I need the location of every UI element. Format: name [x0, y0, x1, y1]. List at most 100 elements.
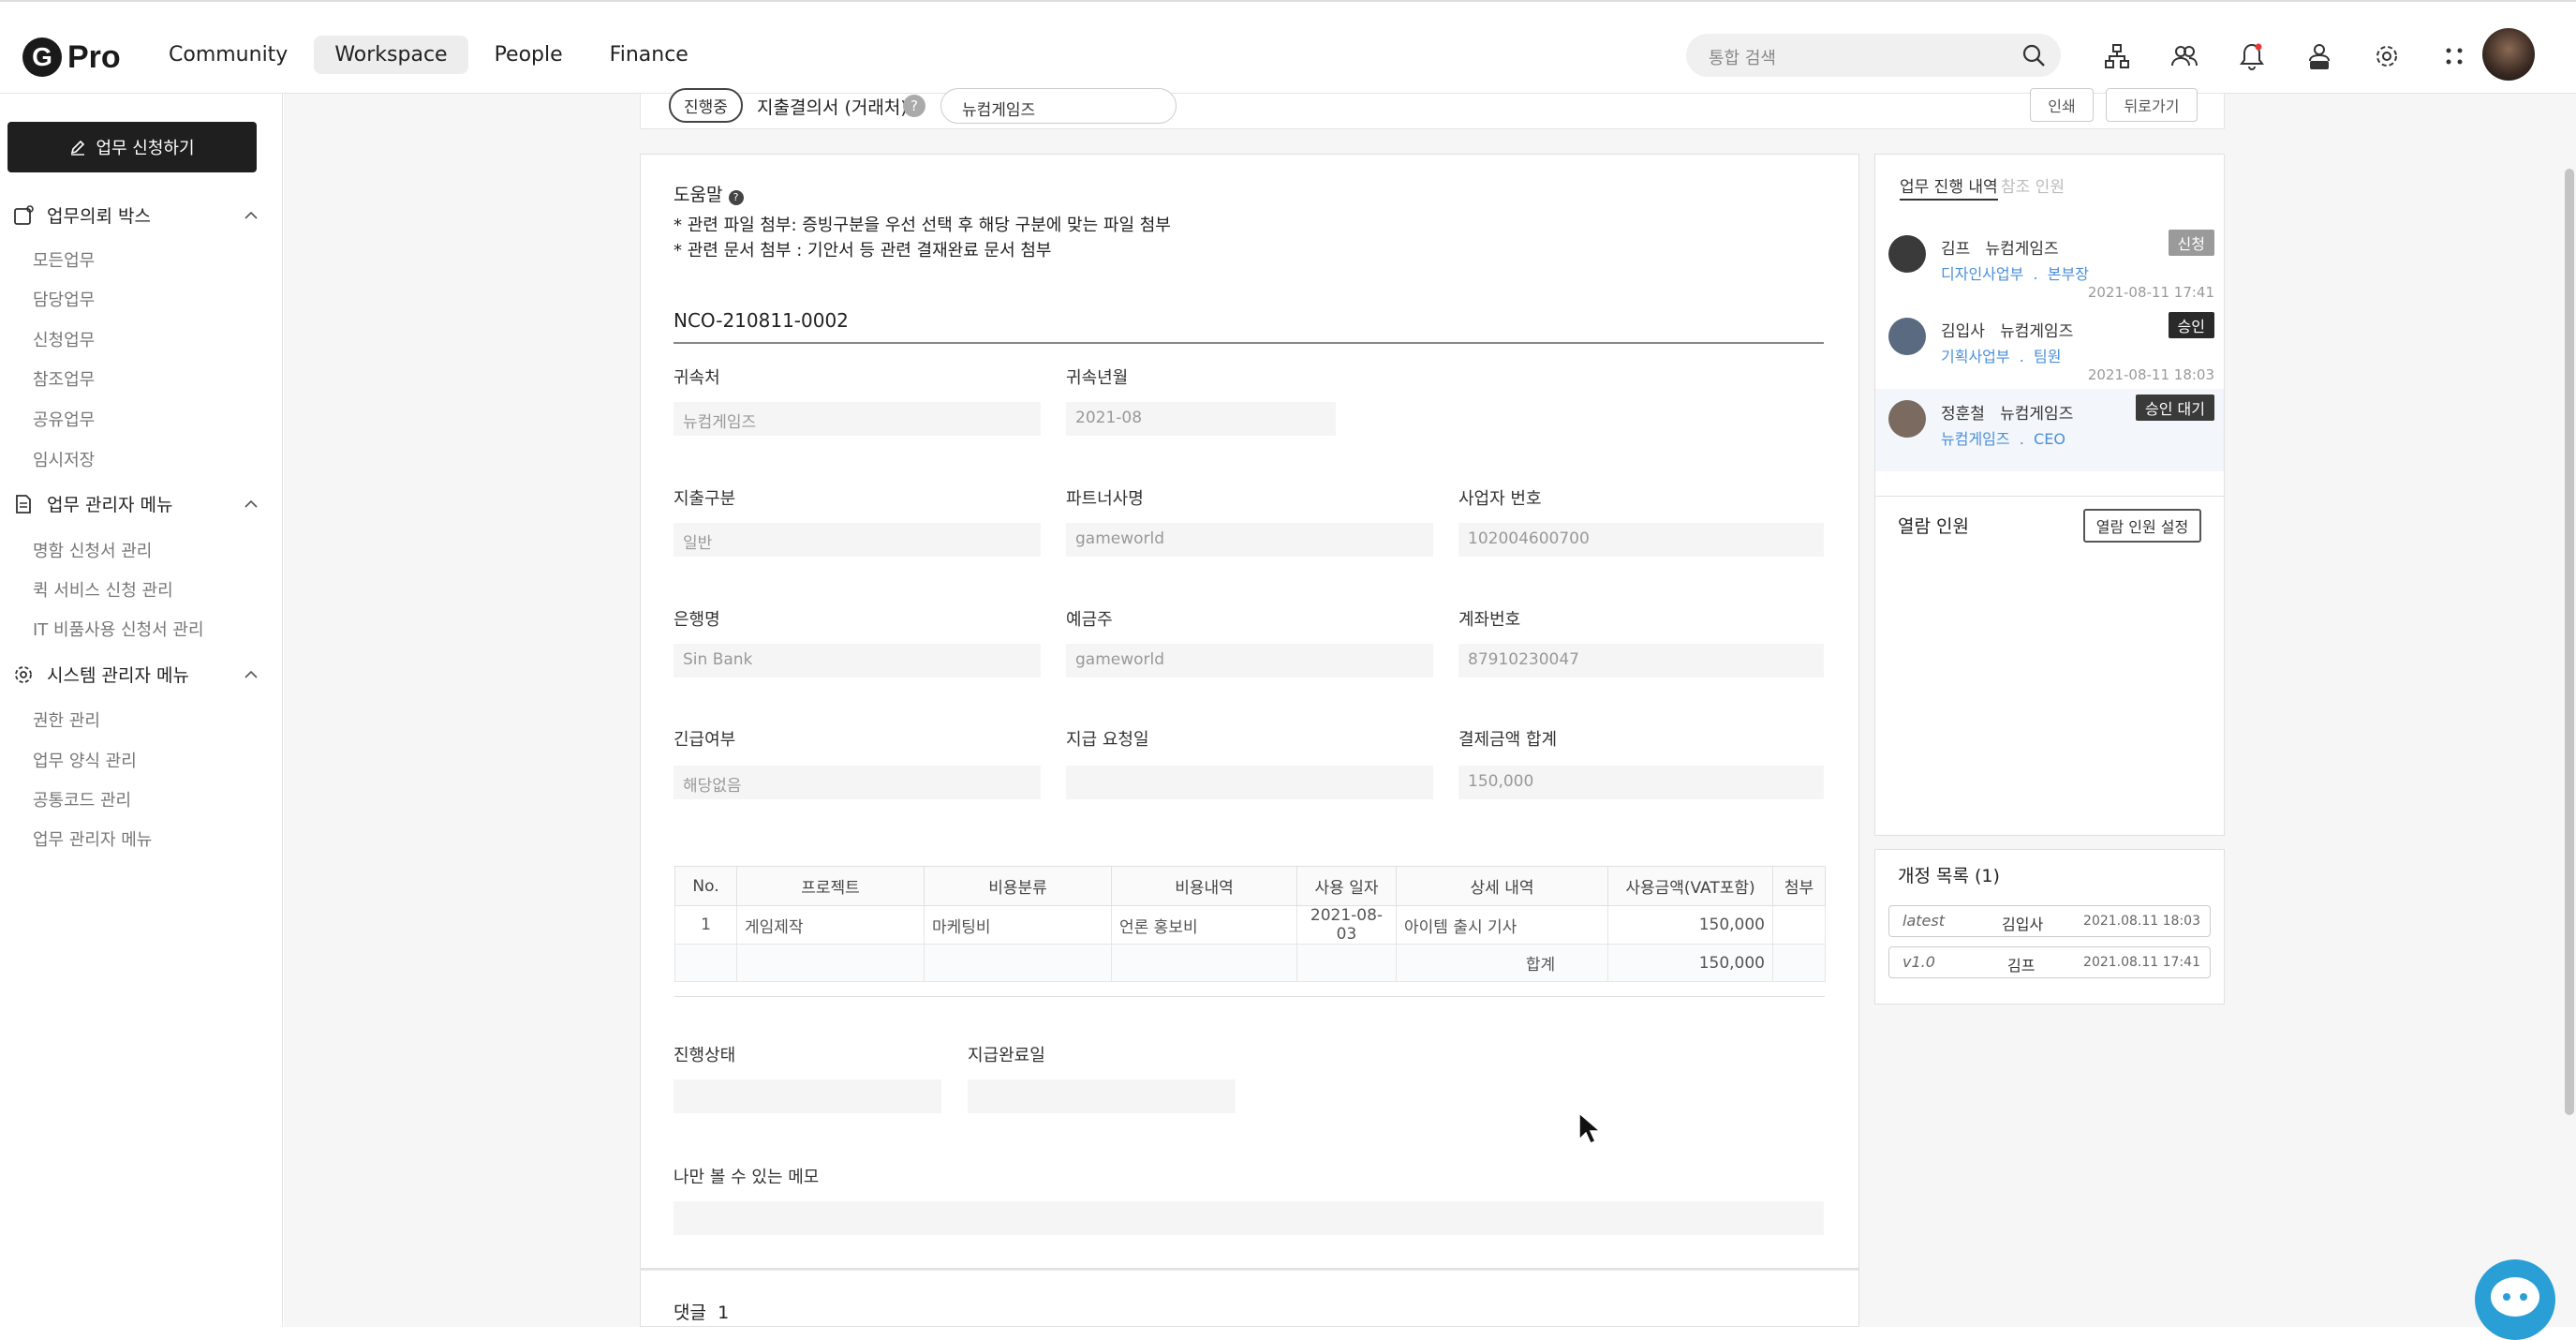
chat-button[interactable]: [2475, 1259, 2555, 1340]
sidebar-item-quick-service[interactable]: 퀵 서비스 신청 관리: [33, 577, 173, 602]
history-dept: 기획사업부 . 팀원: [1941, 348, 2062, 365]
table-cell: [924, 944, 1112, 982]
sidebar: 업무 신청하기 업무의뢰 박스 모든업무 담당업무 신청업무 참조업무 공유업무…: [0, 94, 283, 1327]
payment-done-date-field: [968, 1079, 1236, 1113]
gear-icon[interactable]: [2353, 36, 2421, 77]
sum-label: 합계: [1396, 944, 1608, 982]
request-task-label: 업무 신청하기: [96, 139, 195, 158]
history-name: 김프 뉴컴게임즈: [1941, 235, 2059, 259]
logo-text: Pro: [67, 38, 121, 75]
sidebar-section-system-admin[interactable]: 시스템 관리자 메뉴: [13, 662, 259, 687]
logo[interactable]: G Pro: [22, 37, 121, 77]
bank-field: Sin Bank: [674, 644, 1041, 677]
viewers-settings-button[interactable]: 열람 인원 설정: [2083, 509, 2201, 543]
status-badge: 신청: [2168, 230, 2214, 256]
sidebar-item-card-requests[interactable]: 명함 신청서 관리: [33, 538, 152, 562]
history-item: 김입사 뉴컴게임즈 기획사업부 . 팀원 승인 2021-08-11 18:03: [1875, 306, 2224, 389]
revision-author: 김입사: [2002, 916, 2044, 933]
history-department: 뉴컴게임즈: [1941, 430, 2010, 448]
chevron-up-icon[interactable]: [244, 211, 259, 220]
print-button[interactable]: 인쇄: [2030, 88, 2094, 122]
apps-grid-icon[interactable]: [2421, 36, 2488, 77]
history-name: 정훈철 뉴컴게임즈: [1941, 400, 2073, 424]
company-chip: 뉴컴게임즈: [940, 88, 1177, 124]
table-cell: 2021-08-03: [1296, 905, 1397, 945]
attachment-cell[interactable]: [1772, 905, 1826, 945]
column-header: 비용내역: [1111, 866, 1297, 906]
sidebar-section-title: 업무의뢰 박스: [47, 206, 151, 227]
search-input[interactable]: 통합 검색: [1686, 34, 2061, 77]
sidebar-item-assigned[interactable]: 담당업무: [33, 287, 95, 311]
nav-people[interactable]: People: [474, 36, 584, 74]
people-icon[interactable]: [2151, 36, 2218, 77]
help-mark-icon: ?: [728, 190, 744, 205]
page-scrollbar[interactable]: [2565, 169, 2574, 1115]
progress-panel: 업무 진행 내역 참조 인원 김프 뉴컴게임즈 디자인사업부 . 본부장 신청 …: [1874, 154, 2225, 836]
sidebar-item-forms[interactable]: 업무 양식 관리: [33, 748, 137, 772]
revision-title: 개정 목록 (1): [1898, 866, 2000, 886]
table-cell: [736, 944, 925, 982]
column-header: 프로젝트: [736, 866, 925, 906]
nav-workspace[interactable]: Workspace: [314, 36, 468, 74]
user-avatar[interactable]: [2482, 28, 2535, 81]
chevron-up-icon[interactable]: [244, 499, 259, 509]
field-label: 진행상태: [674, 1046, 736, 1065]
revision-item[interactable]: latest 김입사 2021.08.11 18:03: [1888, 905, 2211, 937]
page-title: 지출결의서 (거래처): [757, 97, 908, 118]
nav-finance[interactable]: Finance: [589, 36, 709, 74]
viewers-label: 열람 인원: [1898, 516, 1969, 537]
column-header: 사용금액(VAT포함): [1607, 866, 1773, 906]
history-company: 뉴컴게임즈: [1985, 240, 2059, 259]
revision-version: latest: [1902, 912, 1945, 930]
sidebar-item-task-admin-menu[interactable]: 업무 관리자 메뉴: [33, 826, 152, 851]
sidebar-item-drafts[interactable]: 임시저장: [33, 447, 95, 471]
org-chart-icon[interactable]: [2083, 36, 2151, 77]
history-dept: 디자인사업부 . 본부장: [1941, 265, 2089, 283]
ess-icon[interactable]: [2286, 36, 2353, 77]
field-label: 지급 요청일: [1066, 730, 1149, 750]
sidebar-section-task-admin[interactable]: 업무 관리자 메뉴: [13, 491, 259, 516]
sum-value: 150,000: [1607, 944, 1773, 982]
status-badge: 승인: [2168, 312, 2214, 338]
field-label: 파트너사명: [1066, 489, 1144, 509]
bell-icon[interactable]: [2218, 36, 2286, 77]
sidebar-item-common-codes[interactable]: 공통코드 관리: [33, 787, 131, 811]
document-number: NCO-210811-0002: [674, 309, 849, 332]
revision-time: 2021.08.11 17:41: [2083, 955, 2200, 970]
field-label: 귀속처: [674, 368, 720, 388]
divider: [674, 342, 1824, 344]
sidebar-item-it-equipment[interactable]: IT 비품사용 신청서 관리: [33, 617, 204, 641]
total-amount-field: 150,000: [1458, 766, 1824, 799]
expense-table: No. 프로젝트 비용분류 비용내역 사용 일자 상세 내역 사용금액(VAT포…: [674, 866, 1826, 982]
help-icon[interactable]: ?: [903, 95, 925, 117]
field-label: 결제금액 합계: [1458, 730, 1558, 750]
sidebar-item-requested[interactable]: 신청업무: [33, 327, 95, 351]
business-number-field: 102004600700: [1458, 523, 1824, 557]
table-cell: 1: [674, 905, 737, 945]
sidebar-item-referenced[interactable]: 참조업무: [33, 366, 95, 391]
table-cell: 게임제작: [736, 905, 925, 945]
table-scrollbar[interactable]: [674, 978, 1825, 997]
revision-item[interactable]: v1.0 김프 2021.08.11 17:41: [1888, 946, 2211, 978]
field-label: 긴급여부: [674, 730, 736, 750]
private-memo-input[interactable]: [674, 1201, 1824, 1235]
field-label: 사업자 번호: [1458, 489, 1542, 509]
table-cell: 150,000: [1607, 905, 1773, 945]
table-sum-row: 합계 150,000: [674, 944, 1826, 982]
avatar: [1888, 400, 1926, 438]
nav-community[interactable]: Community: [148, 36, 308, 74]
back-button[interactable]: 뒤로가기: [2106, 88, 2198, 122]
chevron-up-icon[interactable]: [244, 670, 259, 679]
sidebar-item-all-tasks[interactable]: 모든업무: [33, 247, 95, 272]
sidebar-section-task-box[interactable]: 업무의뢰 박스: [13, 202, 259, 228]
comments-count: 1: [718, 1303, 730, 1323]
sidebar-item-permissions[interactable]: 권한 관리: [33, 707, 100, 732]
table-row[interactable]: 1 게임제작 마케팅비 언론 홍보비 2021-08-03 아이템 출시 기사 …: [674, 905, 1826, 945]
search-icon[interactable]: [2021, 43, 2046, 67]
sidebar-item-shared[interactable]: 공유업무: [33, 407, 95, 431]
request-task-button[interactable]: 업무 신청하기: [7, 122, 257, 172]
tab-referenced-people[interactable]: 참조 인원: [2001, 173, 2065, 197]
tab-progress-history[interactable]: 업무 진행 내역: [1900, 173, 1998, 201]
history-person: 김프: [1941, 240, 1971, 259]
table-cell: [1772, 944, 1826, 982]
